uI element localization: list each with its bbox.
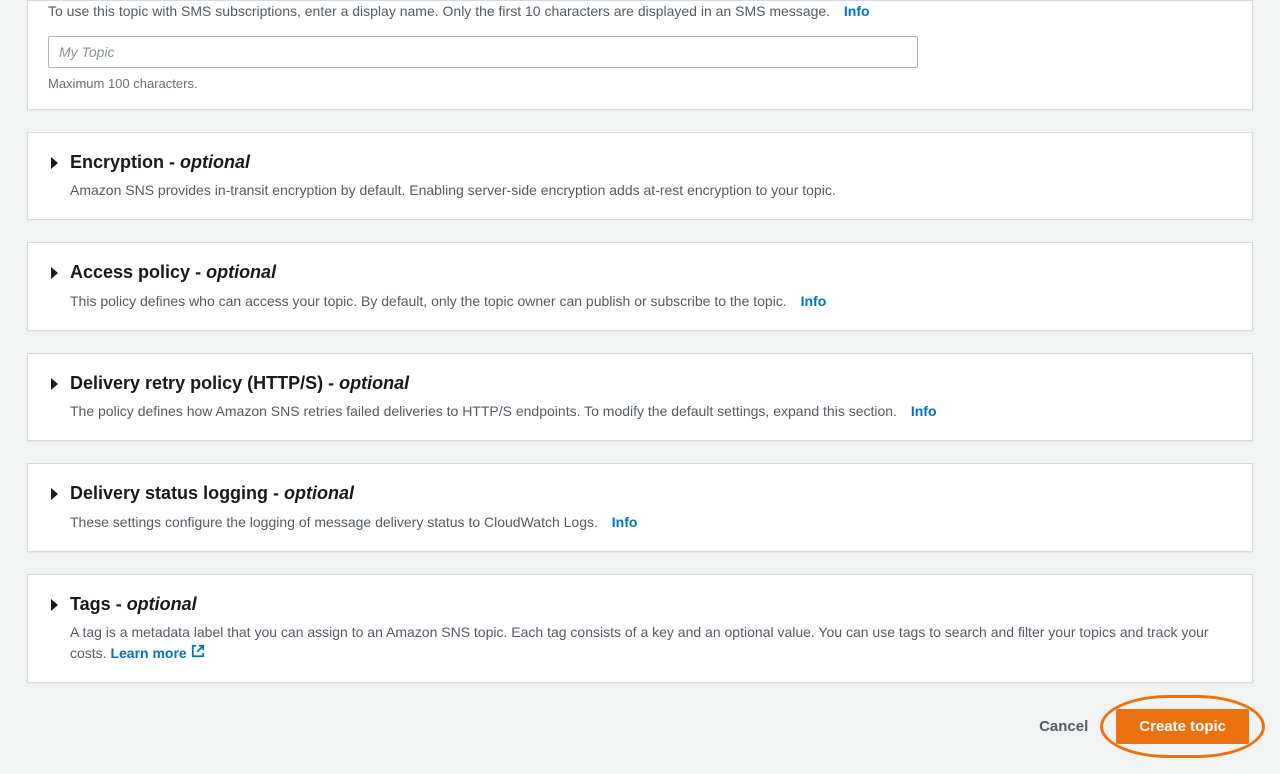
create-topic-highlight: Create topic <box>1116 709 1249 744</box>
display-name-hint: Maximum 100 characters. <box>48 76 1232 91</box>
delivery-status-title: Delivery status logging - optional <box>70 482 637 505</box>
delivery-retry-panel: Delivery retry policy (HTTP/S) - optiona… <box>27 353 1253 441</box>
create-topic-button[interactable]: Create topic <box>1116 709 1249 744</box>
chevron-right-icon <box>48 377 60 391</box>
tags-title: Tags - optional <box>70 593 1232 616</box>
tags-desc: A tag is a metadata label that you can a… <box>70 622 1232 664</box>
display-name-panel: To use this topic with SMS subscriptions… <box>27 0 1253 110</box>
delivery-retry-info-link[interactable]: Info <box>911 403 937 419</box>
encryption-panel: Encryption - optional Amazon SNS provide… <box>27 132 1253 220</box>
external-link-icon <box>191 643 205 664</box>
access-policy-panel: Access policy - optional This policy def… <box>27 242 1253 330</box>
delivery-retry-title: Delivery retry policy (HTTP/S) - optiona… <box>70 372 937 395</box>
delivery-status-panel: Delivery status logging - optional These… <box>27 463 1253 551</box>
access-policy-header[interactable]: Access policy - optional This policy def… <box>48 261 1232 311</box>
encryption-header[interactable]: Encryption - optional Amazon SNS provide… <box>48 151 1232 201</box>
delivery-retry-desc: The policy defines how Amazon SNS retrie… <box>70 401 937 422</box>
access-policy-title: Access policy - optional <box>70 261 826 284</box>
action-bar: Cancel Create topic <box>27 709 1253 744</box>
chevron-right-icon <box>48 598 60 612</box>
display-name-desc: To use this topic with SMS subscriptions… <box>48 1 1232 22</box>
access-policy-info-link[interactable]: Info <box>801 293 827 309</box>
delivery-status-info-link[interactable]: Info <box>612 514 638 530</box>
access-policy-desc: This policy defines who can access your … <box>70 291 826 312</box>
delivery-status-header[interactable]: Delivery status logging - optional These… <box>48 482 1232 532</box>
encryption-title: Encryption - optional <box>70 151 836 174</box>
display-name-info-link[interactable]: Info <box>844 3 870 19</box>
delivery-status-desc: These settings configure the logging of … <box>70 512 637 533</box>
chevron-right-icon <box>48 487 60 501</box>
cancel-button[interactable]: Cancel <box>1033 710 1094 743</box>
chevron-right-icon <box>48 266 60 280</box>
tags-header[interactable]: Tags - optional A tag is a metadata labe… <box>48 593 1232 664</box>
display-name-input[interactable] <box>48 36 918 68</box>
encryption-desc: Amazon SNS provides in-transit encryptio… <box>70 180 836 201</box>
display-name-desc-text: To use this topic with SMS subscriptions… <box>48 3 830 19</box>
tags-panel: Tags - optional A tag is a metadata labe… <box>27 574 1253 683</box>
delivery-retry-header[interactable]: Delivery retry policy (HTTP/S) - optiona… <box>48 372 1232 422</box>
chevron-right-icon <box>48 156 60 170</box>
tags-learn-more-link[interactable]: Learn more <box>110 643 204 664</box>
